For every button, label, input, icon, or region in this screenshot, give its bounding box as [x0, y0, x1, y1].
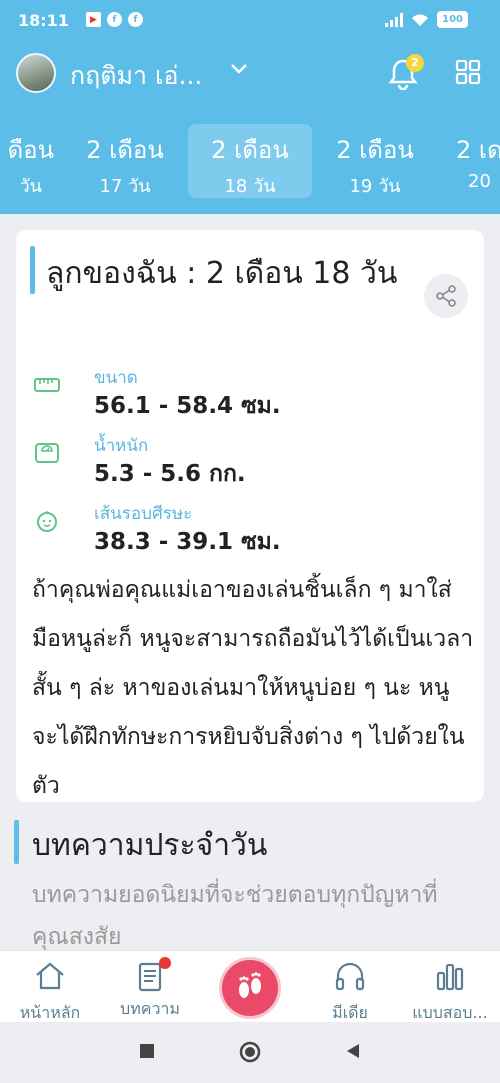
profile-name[interactable]: กฤติมา เอ่...	[70, 56, 202, 96]
facebook-icon-2: f	[128, 12, 143, 27]
wifi-icon	[412, 14, 429, 26]
card-title: ลูกของฉัน : 2 เดือน 18 วัน	[46, 256, 398, 291]
app-header: กฤติมา เอ่... 2 ดือน วัน 2 เดือน 17 วัน …	[0, 44, 500, 214]
recents-icon[interactable]	[138, 1042, 156, 1060]
nav-articles[interactable]: บทความ	[100, 957, 200, 1022]
age-tabs: ดือน วัน 2 เดือน 17 วัน 2 เดือน 18 วัน 2…	[0, 124, 500, 198]
new-articles-dot	[159, 957, 171, 969]
ruler-icon	[34, 378, 60, 392]
scale-icon	[35, 443, 59, 463]
avatar[interactable]	[16, 53, 56, 93]
tab-age-19[interactable]: 2 เดือน 19 วัน	[313, 124, 437, 198]
home-icon	[36, 962, 64, 990]
system-navigation-bar	[0, 1022, 500, 1083]
youtube-icon: ▶	[86, 12, 101, 27]
headphones-icon	[335, 962, 365, 991]
home-button-icon[interactable]	[239, 1041, 261, 1063]
development-description: ถ้าคุณพ่อคุณแม่เอาของเล่นชิ้นเล็ก ๆ มาใส…	[32, 577, 474, 799]
stat-weight: น้ำหนัก 5.3 - 5.6 กก.	[34, 432, 454, 492]
baby-face-icon	[37, 511, 57, 532]
tab-age-16[interactable]: ดือน วัน	[0, 124, 62, 198]
section-title: บทความประจำวัน	[32, 828, 268, 863]
stat-head-circumference: เส้นรอบศีรษะ 38.3 - 39.1 ซม.	[34, 500, 454, 560]
title-accent-bar	[30, 246, 35, 294]
notification-icons: ▶ f f	[86, 12, 143, 27]
nav-media[interactable]: มีเดีย	[300, 959, 400, 1026]
nav-home[interactable]: หน้าหลัก	[0, 959, 100, 1026]
facebook-icon: f	[107, 12, 122, 27]
section-subtitle: บทความยอดนิยมที่จะช่วยตอบทุกปัญหาที่คุณส…	[32, 882, 438, 950]
section-accent-bar	[14, 820, 19, 864]
footprints-icon	[239, 972, 261, 998]
stat-value: 56.1 - 58.4 ซม.	[94, 393, 281, 419]
signal-icon	[385, 12, 404, 27]
share-button[interactable]	[424, 274, 468, 318]
status-time: 18:11	[18, 11, 69, 30]
status-bar: 18:11 ▶ f f 100	[0, 0, 500, 44]
bottom-navigation: หน้าหลัก บทความ มีเดีย แบบสอบ...	[0, 950, 500, 1022]
tab-age-17[interactable]: 2 เดือน 17 วัน	[63, 124, 187, 198]
nav-quiz[interactable]: แบบสอบ...	[400, 959, 500, 1026]
stat-value: 38.3 - 39.1 ซม.	[94, 529, 281, 555]
grid-menu-icon[interactable]	[454, 58, 482, 86]
chevron-down-icon[interactable]	[230, 62, 248, 76]
stat-value: 5.3 - 5.6 กก.	[94, 461, 246, 487]
stat-label: น้ำหนัก	[94, 436, 149, 456]
nav-articles-label: บทความ	[120, 999, 180, 1018]
battery-icon: 100	[437, 11, 468, 28]
back-icon[interactable]	[344, 1042, 362, 1060]
share-icon	[436, 285, 456, 307]
tab-age-20[interactable]: 2 เด 20	[438, 124, 500, 198]
notification-button[interactable]: 2	[388, 54, 424, 90]
notification-badge: 2	[406, 54, 424, 72]
stat-label: เส้นรอบศีรษะ	[94, 504, 193, 524]
stat-length: ขนาด 56.1 - 58.4 ซม.	[34, 364, 454, 424]
stat-label: ขนาด	[94, 368, 138, 388]
bar-chart-icon	[436, 963, 464, 991]
tab-age-18[interactable]: 2 เดือน 18 วัน	[188, 124, 312, 198]
baby-summary-card: ลูกของฉัน : 2 เดือน 18 วัน ขนาด 56.1 - 5…	[16, 230, 484, 802]
baby-steps-button[interactable]	[219, 957, 281, 1019]
